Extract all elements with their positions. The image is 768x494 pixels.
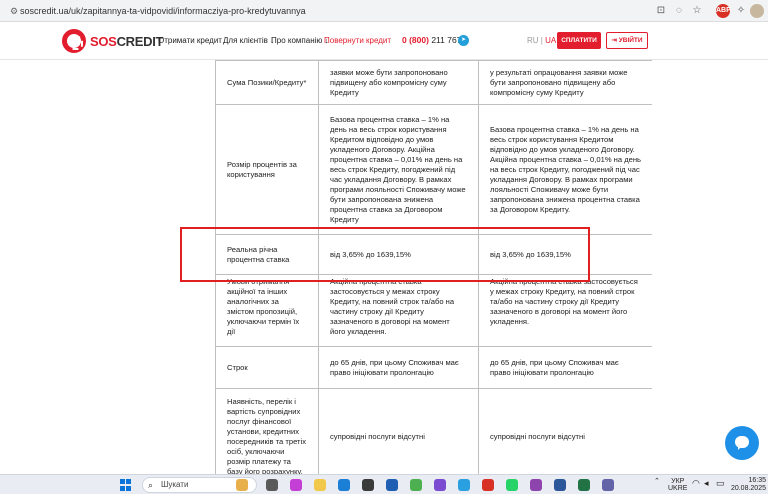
table-cell-value: у результаті опрацювання заявки може бут… [478, 60, 652, 105]
table-cell-value: від 3,65% до 1639,15% [478, 234, 652, 275]
wifi-icon[interactable]: ◠ [692, 479, 700, 488]
extension-badge-icon[interactable]: ABP [716, 4, 731, 18]
extensions-puzzle-icon[interactable]: ✧ [734, 4, 748, 18]
widgets-icon[interactable] [236, 479, 248, 491]
viber-icon[interactable] [434, 479, 446, 491]
lang-top: УКР [671, 478, 685, 485]
chrome-icon[interactable] [410, 479, 422, 491]
table-cell-label: Розмір процентів за користування [215, 104, 319, 235]
url-field[interactable]: ⚙ soscredit.ua/uk/zapitannya-ta-vidpovidi… [6, 3, 666, 19]
copilot-icon[interactable] [290, 479, 302, 491]
nav-repay-credit[interactable]: Повернути кредит [324, 36, 391, 45]
table-cell-value: Базова процентна ставка – 1% на день на … [318, 104, 479, 235]
hotline-phone[interactable]: 0 (800) 211 767 [402, 35, 461, 45]
table-cell-value: до 65 днів, при цьому Споживач має право… [318, 346, 479, 389]
nav-for-clients[interactable]: Для клієнтів ↓ [223, 36, 274, 45]
url-text: soscredit.ua/uk/zapitannya-ta-vidpovidi/… [20, 6, 306, 16]
login-button[interactable]: ⇥ УВІЙТИ [606, 32, 648, 49]
excel-icon[interactable] [578, 479, 590, 491]
app-icon[interactable] [530, 479, 542, 491]
battery-icon[interactable]: ▭ [716, 479, 725, 488]
site-header: SOSCREDIT Отримати кредит Для клієнтів ↓… [0, 22, 768, 60]
file-explorer-icon[interactable] [314, 479, 326, 491]
logo-text-credit: CREDIT [116, 33, 164, 49]
phone-prefix: 0 (800) [402, 35, 429, 45]
logo-text-sos: SOS [90, 33, 117, 49]
table-cell-value: супровідні послуги відсутні [478, 388, 652, 474]
lifebuoy-icon [62, 29, 86, 53]
volume-icon[interactable]: ◂ [704, 479, 709, 488]
store-icon[interactable] [362, 479, 374, 491]
table-cell-label: Реальна річна процентна ставка [215, 234, 319, 275]
phone-number: 211 767 [431, 35, 462, 45]
table-row: Строк до 65 днів, при цьому Споживач має… [215, 346, 652, 389]
login-icon: ⇥ [611, 37, 617, 44]
table-row: Сума Позики/Кредиту* заявки може бути за… [215, 60, 652, 105]
nav-about-company[interactable]: Про компанію ↓ [271, 36, 329, 45]
show-hidden-icons[interactable]: ⌃ [654, 478, 660, 485]
letter-l-app-icon[interactable] [386, 479, 398, 491]
table-cell-label: Наявність, перелік і вартість супровідни… [215, 388, 319, 474]
login-button-label: УВІЙТИ [618, 37, 643, 44]
table-row: Умови отримання акційної та інших аналог… [215, 274, 652, 347]
word-icon[interactable] [554, 479, 566, 491]
table-cell-value: від 3,65% до 1639,15% [318, 234, 479, 275]
bookmark-star-icon[interactable]: ☆ [690, 4, 704, 18]
clock-time: 16:35 [748, 477, 766, 484]
telegram-icon[interactable]: ➤ [458, 35, 469, 46]
soscredit-logo[interactable]: SOSCREDIT [62, 29, 163, 53]
table-row: Реальна річна процентна ставка від 3,65%… [215, 234, 652, 275]
table-cell-value: Акційна процентна ставка застосовується … [318, 274, 479, 347]
taskbar-search-placeholder: Шукати [161, 480, 189, 489]
edge-browser-icon[interactable] [338, 479, 350, 491]
whatsapp-icon[interactable] [506, 479, 518, 491]
chat-bubble-icon[interactable] [725, 426, 759, 460]
windows-taskbar: ⌕ Шукати ⌃ УКР UKRE ◠ ◂ ▭ 16:35 20.08.2025 [0, 474, 768, 494]
table-cell-label: Умови отримання акційної та інших аналог… [215, 274, 319, 347]
credit-info-table: Сума Позики/Кредиту* заявки може бути за… [215, 60, 652, 474]
pay-button[interactable]: СПЛАТИТИ [557, 32, 601, 49]
lang-separator: | [540, 36, 543, 45]
table-cell-value: супровідні послуги відсутні [318, 388, 479, 474]
windows-start-icon[interactable] [120, 479, 132, 491]
clock-date: 20.08.2025 [730, 485, 766, 492]
profile-avatar[interactable] [750, 4, 764, 18]
table-cell-value: Базова процентна ставка – 1% на день на … [478, 104, 652, 235]
lang-ua[interactable]: UA [545, 36, 556, 45]
site-info-icon[interactable]: ⚙ [10, 3, 20, 19]
taskbar-clock[interactable]: 16:35 20.08.2025 [730, 477, 766, 493]
table-cell-value: до 65 днів, при цьому Споживач має право… [478, 346, 652, 389]
table-cell-label: Сума Позики/Кредиту* [215, 60, 319, 105]
telegram-taskbar-icon[interactable] [458, 479, 470, 491]
table-cell-value: Акційна процентна ставка застосовується … [478, 274, 652, 347]
browser-address-bar: ⚙ soscredit.ua/uk/zapitannya-ta-vidpovidi… [0, 0, 768, 22]
nav-get-credit[interactable]: Отримати кредит [158, 36, 222, 45]
teams-icon[interactable] [602, 479, 614, 491]
task-view-icon[interactable] [266, 479, 278, 491]
install-app-icon[interactable]: ⊡ [654, 4, 668, 18]
credit-info-table-container: Сума Позики/Кредиту* заявки може бути за… [215, 60, 652, 474]
search-icon: ⌕ [148, 480, 154, 490]
table-row: Наявність, перелік і вартість супровідни… [215, 388, 652, 474]
language-switcher: RU | UA [527, 36, 556, 45]
lang-ru[interactable]: RU [527, 36, 539, 45]
eye-off-icon[interactable]: ◌ [672, 4, 686, 18]
input-language-indicator[interactable]: УКР UKRE [668, 478, 687, 492]
table-cell-value: заявки може бути запропоновано підвищену… [318, 60, 479, 105]
table-cell-label: Строк [215, 346, 319, 389]
table-row: Розмір процентів за користування Базова … [215, 104, 652, 235]
lang-bottom: UKRE [668, 485, 688, 492]
opera-icon[interactable] [482, 479, 494, 491]
